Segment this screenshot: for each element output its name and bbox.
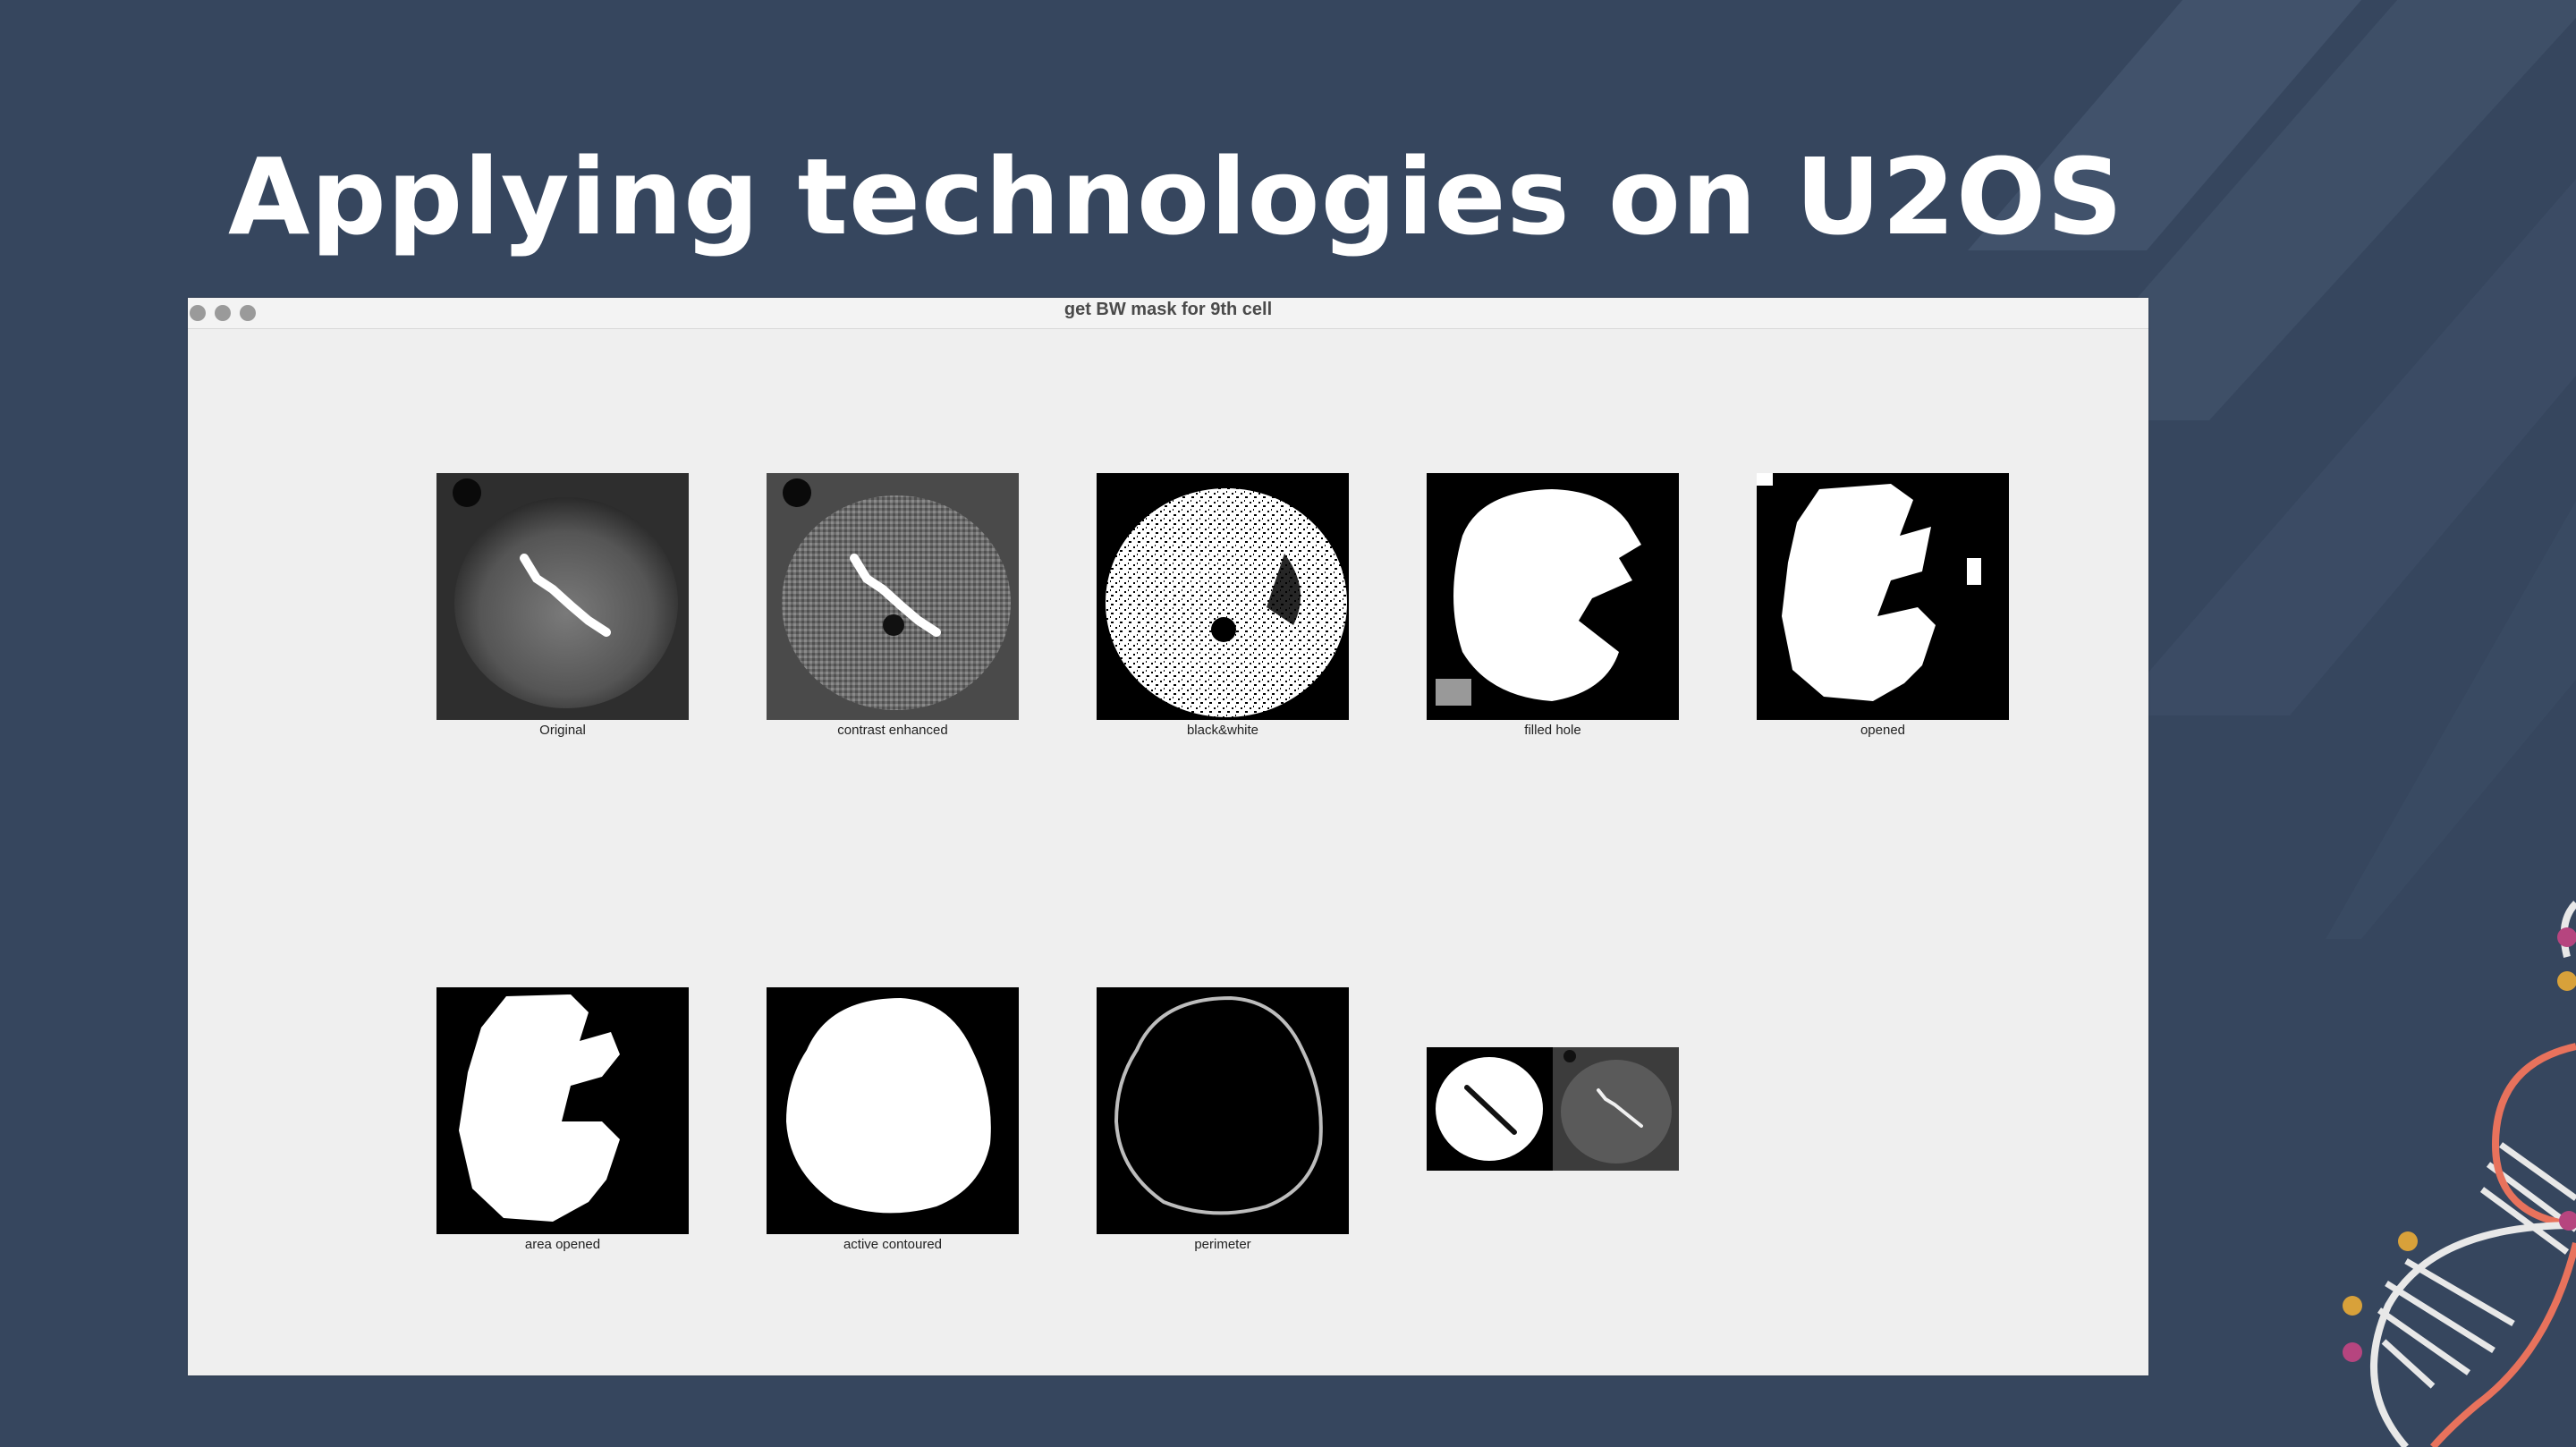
figure-window: get BW mask for 9th cell Original contra…: [188, 298, 2148, 1375]
panel-area-opened: area opened: [436, 987, 689, 1252]
grayscale-cell-image: [436, 473, 689, 720]
panel-caption: opened: [1860, 723, 1906, 738]
panel-black-white: black&white: [1097, 473, 1349, 738]
slide-title: Applying technologies on U2OS: [228, 135, 2124, 258]
opened-mask: [1757, 473, 2009, 720]
contrast-cell-image: [767, 473, 1019, 720]
panel-caption: contrast enhanced: [837, 723, 948, 738]
panel-contrast-enhanced: contrast enhanced: [767, 473, 1019, 738]
mask-overlay-pair: [1427, 1047, 1679, 1171]
dna-helix-icon: [2343, 901, 2576, 1447]
panel-caption: active contoured: [843, 1237, 943, 1252]
area-opened-mask: [436, 987, 689, 1234]
panel-original: Original: [436, 473, 689, 738]
panel-overlay: [1427, 1047, 1679, 1171]
perimeter-outline: [1097, 987, 1349, 1234]
contoured-mask: [767, 987, 1019, 1234]
panel-caption: area opened: [524, 1237, 601, 1252]
panel-caption: Original: [539, 723, 586, 738]
panel-caption: black&white: [1186, 723, 1259, 738]
panel-caption: perimeter: [1194, 1237, 1251, 1252]
panel-active-contoured: active contoured: [767, 987, 1019, 1252]
filled-mask: [1427, 473, 1679, 720]
panel-opened: opened: [1757, 473, 2009, 738]
window-titlebar: get BW mask for 9th cell: [188, 298, 2148, 329]
window-title: get BW mask for 9th cell: [1063, 300, 1273, 319]
panel-caption: filled hole: [1524, 723, 1581, 738]
binary-noise-mask: [1097, 473, 1349, 720]
panel-filled-hole: filled hole: [1427, 473, 1679, 738]
panel-perimeter: perimeter: [1097, 987, 1349, 1252]
